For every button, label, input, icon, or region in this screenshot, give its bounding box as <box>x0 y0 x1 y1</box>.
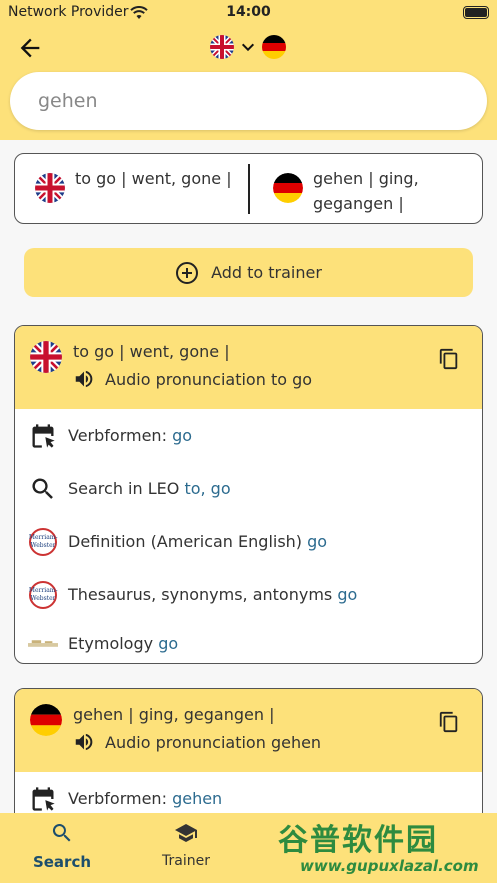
row-label: Verbformen: <box>68 789 167 808</box>
add-to-trainer-button[interactable]: Add to trainer <box>24 248 473 297</box>
uk-flag-icon <box>210 35 234 59</box>
merriam-webster-logo-text: Merriam-Webster <box>29 581 58 609</box>
row-label: Search in LEO <box>68 479 180 498</box>
merriam-webster-logo-text: Merriam-Webster <box>29 528 58 556</box>
search-in-leo-row[interactable]: Search in LEO to, go <box>15 462 482 515</box>
audio-label: Audio pronunciation to go <box>105 369 313 389</box>
header: Network Provider 14:00 <box>0 0 497 140</box>
graduation-cap-icon <box>175 824 197 842</box>
speaker-icon <box>75 370 93 388</box>
translation-source-text: to go | went, gone | <box>75 169 232 188</box>
entry-card-header: to go | went, gone | Audio pronunciation… <box>15 326 482 409</box>
translation-source[interactable]: to go | went, gone | <box>15 154 249 225</box>
search-bar[interactable] <box>10 72 487 130</box>
watermark: 谷普软件园 www.gupuxlazal.com <box>270 815 494 881</box>
language-selector[interactable] <box>210 34 290 60</box>
row-link[interactable]: go <box>307 532 327 551</box>
add-circle-icon <box>176 261 199 284</box>
copy-icon[interactable] <box>438 711 460 733</box>
watermark-url: www.gupuxlazal.com <box>300 857 479 875</box>
german-flag-icon <box>273 173 303 203</box>
entry-card-german: gehen | ging, gegangen | Audio pronuncia… <box>14 688 483 828</box>
row-link[interactable]: go <box>337 585 357 604</box>
merriam-webster-icon: Merriam-Webster <box>28 527 58 557</box>
calendar-cursor-icon <box>28 784 58 814</box>
entry-term: to go | went, gone | <box>73 342 230 361</box>
nav-label: Search <box>32 853 92 871</box>
translation-summary[interactable]: to go | went, gone | gehen | ging, gegan… <box>14 153 483 224</box>
audio-label: Audio pronunciation gehen <box>105 732 322 752</box>
definition-row[interactable]: Merriam-Webster Definition (American Eng… <box>15 515 482 568</box>
etymology-row[interactable]: Etymology go <box>15 621 482 663</box>
status-bar: Network Provider 14:00 <box>0 4 497 24</box>
calendar-cursor-icon <box>28 421 58 451</box>
row-link[interactable]: go <box>158 634 178 653</box>
chevron-down-icon <box>241 43 255 52</box>
row-label: Thesaurus, synonyms, antonyms <box>68 585 333 604</box>
translation-target[interactable]: gehen | ging, gegangen | <box>249 154 484 225</box>
row-label: Etymology <box>68 633 154 653</box>
audio-pronunciation-button[interactable]: Audio pronunciation gehen <box>73 731 321 753</box>
thesaurus-row[interactable]: Merriam-Webster Thesaurus, synonyms, ant… <box>15 568 482 621</box>
etymology-icon <box>28 629 58 659</box>
nav-label: Trainer <box>162 853 210 869</box>
clock: 14:00 <box>226 4 271 20</box>
merriam-webster-icon: Merriam-Webster <box>28 580 58 610</box>
entry-card-header: gehen | ging, gegangen | Audio pronuncia… <box>15 689 482 772</box>
row-link[interactable]: go <box>172 426 192 445</box>
battery-icon <box>463 6 489 19</box>
search-icon <box>28 474 58 504</box>
speaker-icon <box>75 733 93 751</box>
entry-card-english: to go | went, gone | Audio pronunciation… <box>14 325 483 664</box>
row-label: Verbformen: <box>68 426 167 445</box>
verbformen-row[interactable]: Verbformen: go <box>15 409 482 462</box>
search-input[interactable] <box>10 72 487 130</box>
copy-icon[interactable] <box>438 348 460 370</box>
watermark-title: 谷普软件园 <box>278 823 438 858</box>
back-arrow-icon[interactable] <box>16 34 44 62</box>
add-to-trainer-label: Add to trainer <box>211 263 322 282</box>
entry-term: gehen | ging, gegangen | <box>73 705 275 724</box>
nav-search[interactable]: Search <box>12 821 112 871</box>
search-icon <box>52 824 71 842</box>
audio-pronunciation-button[interactable]: Audio pronunciation to go <box>73 368 312 390</box>
nav-trainer[interactable]: Trainer <box>136 821 236 869</box>
uk-flag-icon <box>30 341 62 373</box>
german-flag-icon <box>30 704 62 736</box>
german-flag-icon <box>262 35 286 59</box>
row-link[interactable]: gehen <box>172 789 222 808</box>
translation-target-text: gehen | ging, gegangen | <box>313 169 419 213</box>
uk-flag-icon <box>35 173 65 203</box>
row-label: Definition (American English) <box>68 532 303 551</box>
row-link[interactable]: to, go <box>184 479 230 498</box>
